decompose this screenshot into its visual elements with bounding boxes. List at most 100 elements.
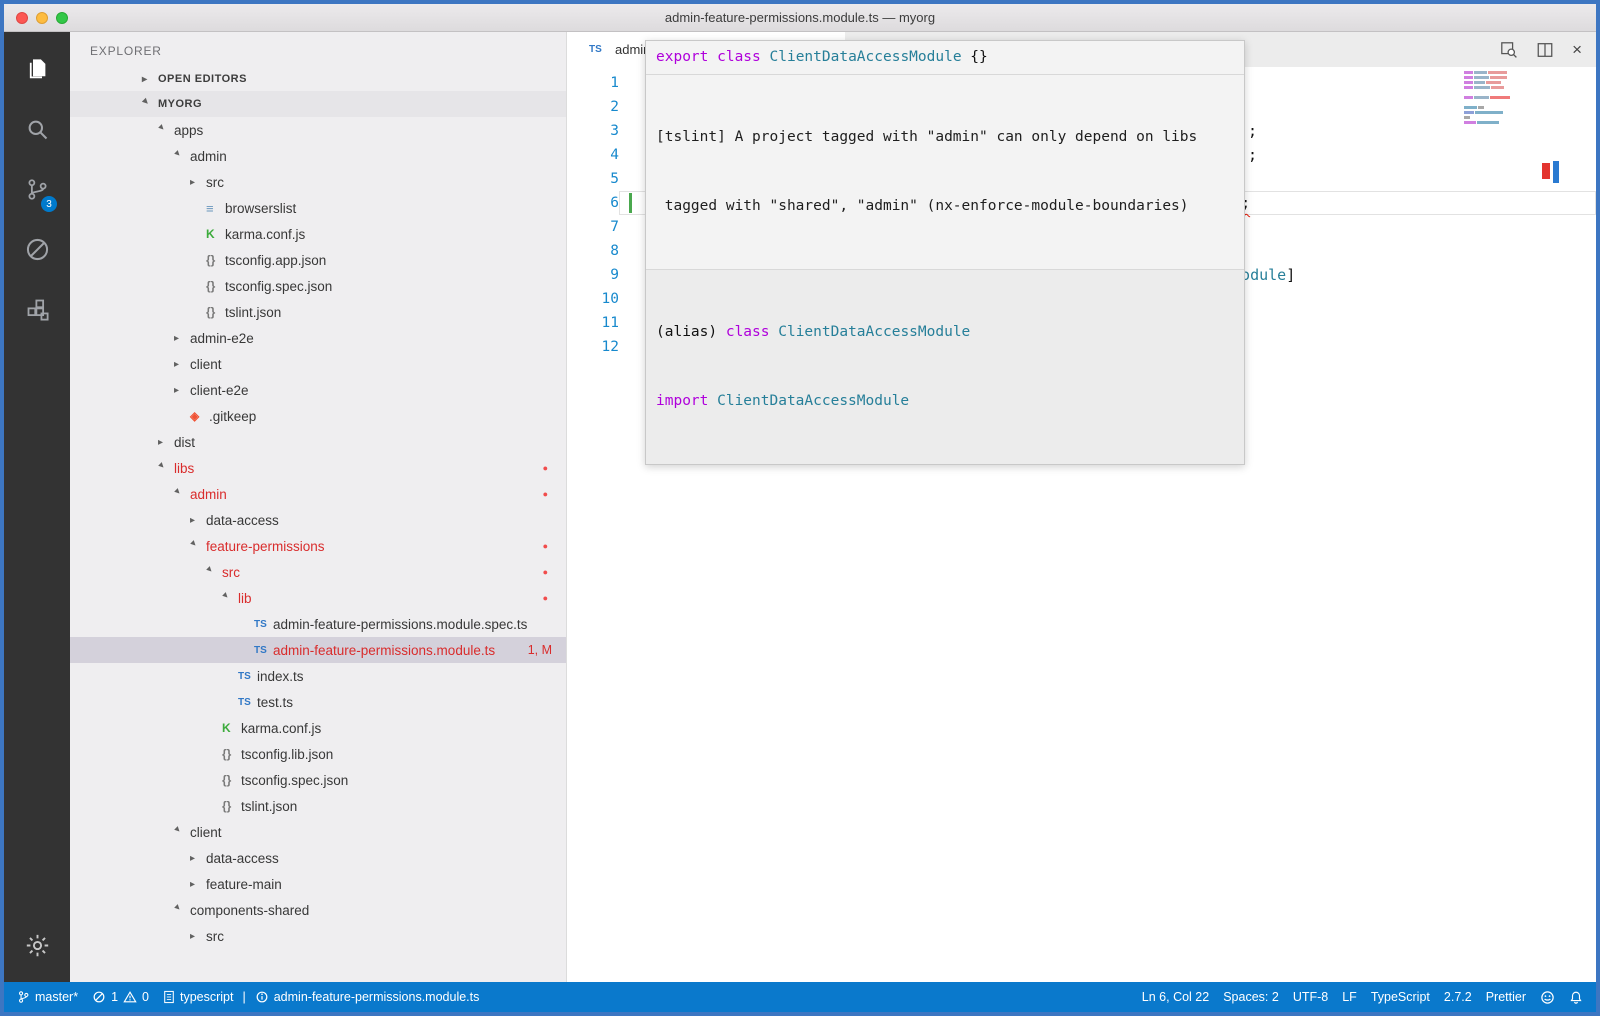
- settings-gear-icon[interactable]: [13, 922, 61, 968]
- debug-disabled-icon[interactable]: [13, 226, 61, 272]
- json-file-icon: {}: [222, 773, 241, 787]
- open-editors-section[interactable]: ▸ OPEN EDITORS: [70, 67, 566, 91]
- tree-folder-client[interactable]: ▸client: [70, 351, 566, 377]
- window-title: admin-feature-permissions.module.ts — my…: [665, 10, 935, 25]
- workspace-root-header[interactable]: ▸ MYORG: [70, 91, 566, 117]
- explorer-icon[interactable]: [13, 46, 61, 92]
- json-file-icon: {}: [206, 253, 225, 267]
- list-file-icon: ≡: [206, 201, 225, 216]
- tree-file-tsconfig.spec.json[interactable]: {}tsconfig.spec.json: [70, 273, 566, 299]
- tree-folder-client[interactable]: ▸client: [70, 819, 566, 845]
- tree-folder-data-access[interactable]: ▸data-access: [70, 507, 566, 533]
- minimap[interactable]: [1464, 71, 1526, 126]
- tree-file-.gitkeep[interactable]: ◈.gitkeep: [70, 403, 566, 429]
- eol-status[interactable]: LF: [1335, 982, 1364, 1012]
- line-number: 1: [567, 71, 619, 95]
- tree-file-tsconfig.spec.json[interactable]: {}tsconfig.spec.json: [70, 767, 566, 793]
- tree-item-label: lib: [238, 591, 252, 606]
- traffic-lights: [16, 12, 68, 24]
- tree-folder-components-shared[interactable]: ▸components-shared: [70, 897, 566, 923]
- tree-folder-data-access[interactable]: ▸data-access: [70, 845, 566, 871]
- tree-item-label: libs: [174, 461, 194, 476]
- hover-import-line: import ClientDataAccessModule: [656, 390, 1234, 413]
- tree-file-browserslist[interactable]: ≡browserslist: [70, 195, 566, 221]
- tree-folder-feature-main[interactable]: ▸feature-main: [70, 871, 566, 897]
- hover-signature: export class ClientDataAccessModule {}: [646, 41, 1244, 74]
- ts-file-icon: TS: [254, 619, 273, 630]
- tslint-file-status[interactable]: admin-feature-permissions.module.ts: [248, 982, 487, 1012]
- lint-message-line2: tagged with "shared", "admin" (nx-enforc…: [656, 195, 1234, 218]
- close-editor-icon[interactable]: ×: [1572, 41, 1582, 58]
- tree-item-label: data-access: [206, 513, 279, 528]
- tree-file-tsconfig.app.json[interactable]: {}tsconfig.app.json: [70, 247, 566, 273]
- tree-folder-admin[interactable]: ▸admin●: [70, 481, 566, 507]
- tree-file-tslint.json[interactable]: {}tslint.json: [70, 299, 566, 325]
- tree-folder-src[interactable]: ▸src: [70, 923, 566, 949]
- problems-status[interactable]: 1 0: [85, 982, 156, 1012]
- line-number: 10: [567, 287, 619, 311]
- json-file-icon: {}: [222, 747, 241, 761]
- tree-item-label: feature-main: [206, 877, 282, 892]
- activity-bar: 3: [4, 32, 70, 982]
- tree-folder-client-e2e[interactable]: ▸client-e2e: [70, 377, 566, 403]
- zoom-window-button[interactable]: [56, 12, 68, 24]
- chevron-expanded-icon: ▸: [220, 590, 239, 609]
- chevron-expanded-icon: ▸: [156, 460, 175, 479]
- tree-file-test.ts[interactable]: TStest.ts: [70, 689, 566, 715]
- tree-item-label: admin-feature-permissions.module.ts: [273, 643, 495, 658]
- tree-item-label: client-e2e: [190, 383, 249, 398]
- tree-folder-libs[interactable]: ▸libs●: [70, 455, 566, 481]
- tree-item-label: tsconfig.app.json: [225, 253, 326, 268]
- extensions-icon[interactable]: [13, 286, 61, 332]
- chevron-collapsed-icon: ▸: [174, 333, 190, 344]
- open-editors-label: OPEN EDITORS: [158, 73, 247, 85]
- tree-folder-apps[interactable]: ▸apps: [70, 117, 566, 143]
- warning-icon: [123, 990, 137, 1004]
- karma-file-icon: K: [206, 227, 225, 241]
- line-number: 12: [567, 335, 619, 359]
- open-preview-icon[interactable]: [1500, 41, 1518, 59]
- search-icon[interactable]: [13, 106, 61, 152]
- tree-folder-admin[interactable]: ▸admin: [70, 143, 566, 169]
- tree-folder-src[interactable]: ▸src●: [70, 559, 566, 585]
- indentation-status[interactable]: Spaces: 2: [1216, 982, 1286, 1012]
- source-control-icon[interactable]: 3: [13, 166, 61, 212]
- cursor-position[interactable]: Ln 6, Col 22: [1135, 982, 1216, 1012]
- json-file-icon: {}: [206, 305, 225, 319]
- tree-file-tsconfig.lib.json[interactable]: {}tsconfig.lib.json: [70, 741, 566, 767]
- tree-file-tslint.json[interactable]: {}tslint.json: [70, 793, 566, 819]
- feedback-smiley-icon[interactable]: [1533, 982, 1562, 1012]
- tree-folder-admin-e2e[interactable]: ▸admin-e2e: [70, 325, 566, 351]
- formatter-status[interactable]: Prettier: [1479, 982, 1533, 1012]
- tree-file-karma.conf.js[interactable]: Kkarma.conf.js: [70, 221, 566, 247]
- tree-item-label: client: [190, 825, 222, 840]
- encoding-status[interactable]: UTF-8: [1286, 982, 1335, 1012]
- tree-file-admin-feature-permissions.module.spec.ts[interactable]: TSadmin-feature-permissions.module.spec.…: [70, 611, 566, 637]
- tree-file-karma.conf.js[interactable]: Kkarma.conf.js: [70, 715, 566, 741]
- minimize-window-button[interactable]: [36, 12, 48, 24]
- tree-folder-lib[interactable]: ▸lib●: [70, 585, 566, 611]
- ts-version[interactable]: 2.7.2: [1437, 982, 1479, 1012]
- problems-badge: 1, M: [528, 643, 566, 657]
- tree-item-label: data-access: [206, 851, 279, 866]
- close-window-button[interactable]: [16, 12, 28, 24]
- tree-item-label: components-shared: [190, 903, 309, 918]
- git-branch-status[interactable]: master*: [10, 982, 85, 1012]
- tree-file-admin-feature-permissions.module.ts[interactable]: TSadmin-feature-permissions.module.ts1, …: [70, 637, 566, 663]
- branch-name: master*: [35, 990, 78, 1004]
- line-number: 5: [567, 167, 619, 191]
- tree-folder-dist[interactable]: ▸dist: [70, 429, 566, 455]
- line-number: 6: [567, 191, 619, 215]
- chevron-collapsed-icon: ▸: [190, 853, 206, 864]
- titlebar[interactable]: admin-feature-permissions.module.ts — my…: [4, 4, 1596, 32]
- tree-folder-src[interactable]: ▸src: [70, 169, 566, 195]
- tree-file-index.ts[interactable]: TSindex.ts: [70, 663, 566, 689]
- language-mode[interactable]: TypeScript: [1364, 982, 1437, 1012]
- typescript-status[interactable]: typescript: [156, 982, 241, 1012]
- tree-folder-feature-permissions[interactable]: ▸feature-permissions●: [70, 533, 566, 559]
- notifications-bell-icon[interactable]: [1562, 982, 1590, 1012]
- chevron-expanded-icon: ▸: [172, 824, 191, 843]
- split-editor-icon[interactable]: [1536, 41, 1554, 59]
- status-bar: master* 1 0 typescript | admin-feature-p…: [4, 982, 1596, 1012]
- tree-item-label: admin-feature-permissions.module.spec.ts: [273, 617, 527, 632]
